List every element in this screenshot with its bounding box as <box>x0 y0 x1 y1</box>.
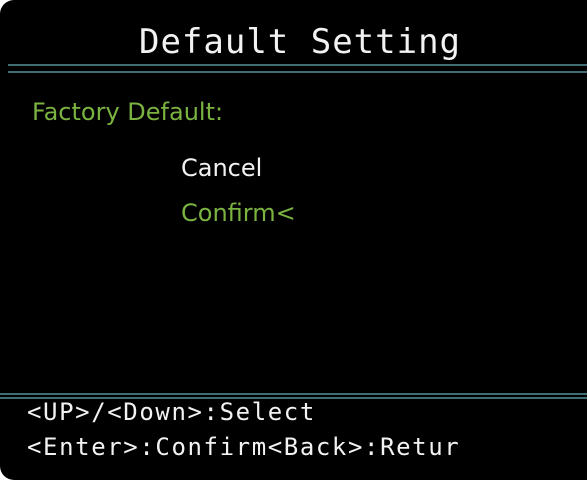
footer-divider <box>0 393 587 395</box>
screen-title: Default Setting <box>138 22 462 62</box>
navigation-hint: <UP>/<Down>:Select <box>27 398 316 426</box>
confirm-return-hint: <Enter>:Confirm<Back>:Retur <box>27 433 461 461</box>
title-divider <box>8 64 587 66</box>
confirm-option[interactable]: Confirm< <box>181 197 296 229</box>
title-divider-secondary <box>8 71 587 73</box>
cancel-option[interactable]: Cancel <box>181 152 262 184</box>
factory-default-label: Factory Default: <box>32 98 224 126</box>
osd-screen: Default Setting Factory Default: Cancel … <box>0 0 587 480</box>
